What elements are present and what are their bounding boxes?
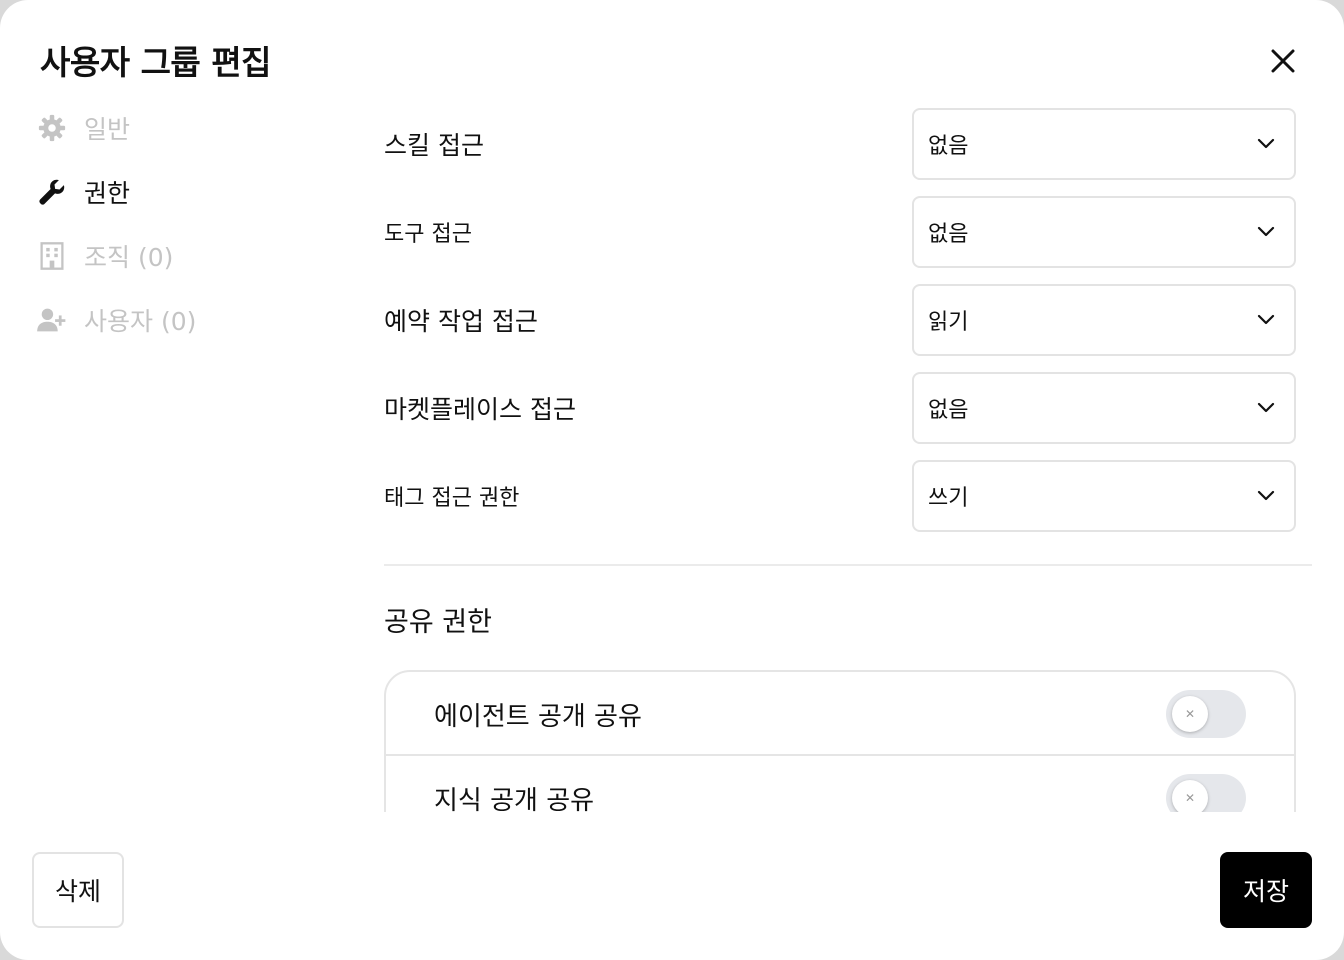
sidebar-item-label: 사용자 (0) [84, 307, 197, 336]
select-value: 없음 [928, 222, 969, 247]
permission-label: 스킬 접근 [384, 131, 484, 160]
edit-user-group-dialog: 사용자 그룹 편집 일반 권한 조직 (0) 사용자 (0) 스킬 접근 없음 … [0, 0, 1344, 960]
section-divider [384, 564, 1312, 566]
wrench-icon [36, 176, 68, 208]
chevron-down-icon [1257, 402, 1275, 413]
permission-label: 태그 접근 권한 [384, 486, 520, 511]
sharing-row: 지식 공개 공유 ✕ [386, 756, 1294, 812]
x-icon: ✕ [1184, 791, 1196, 805]
tool-access-select[interactable]: 없음 [912, 196, 1296, 268]
permission-row: 마켓플레이스 접근 없음 [384, 368, 1312, 456]
select-value: 쓰기 [928, 486, 969, 511]
sidebar-nav: 일반 권한 조직 (0) 사용자 (0) [36, 104, 336, 360]
scheduled-task-access-select[interactable]: 읽기 [912, 284, 1296, 356]
sidebar-item-users[interactable]: 사용자 (0) [36, 296, 336, 344]
permission-label: 도구 접근 [384, 222, 472, 247]
select-value: 없음 [928, 134, 969, 159]
sharing-label: 에이전트 공개 공유 [434, 702, 642, 732]
user-plus-icon [36, 304, 68, 336]
sharing-list: 에이전트 공개 공유 ✕ 지식 공개 공유 ✕ [384, 670, 1296, 812]
chevron-down-icon [1257, 490, 1275, 501]
sidebar-item-label: 조직 (0) [84, 243, 174, 272]
toggle-knob: ✕ [1172, 696, 1208, 732]
permission-row: 도구 접근 없음 [384, 192, 1312, 280]
select-value: 읽기 [928, 310, 969, 335]
agent-public-share-toggle[interactable]: ✕ [1166, 690, 1246, 738]
permission-label: 예약 작업 접근 [384, 307, 538, 336]
building-icon [36, 240, 68, 272]
sidebar-item-permissions[interactable]: 권한 [36, 168, 336, 216]
dialog-title: 사용자 그룹 편집 [40, 43, 272, 82]
toggle-knob: ✕ [1172, 780, 1208, 812]
sharing-section-title: 공유 권한 [384, 607, 492, 638]
permission-row: 예약 작업 접근 읽기 [384, 280, 1312, 368]
permission-label: 마켓플레이스 접근 [384, 395, 576, 424]
x-icon: ✕ [1184, 707, 1196, 721]
sidebar-item-label: 권한 [84, 179, 131, 208]
chevron-down-icon [1257, 314, 1275, 325]
marketplace-access-select[interactable]: 없음 [912, 372, 1296, 444]
permissions-panel: 스킬 접근 없음 도구 접근 없음 예약 작업 접근 읽기 마켓플레이스 접근 … [384, 104, 1312, 812]
close-button[interactable] [1262, 40, 1304, 82]
sharing-row: 에이전트 공개 공유 ✕ [386, 672, 1294, 756]
gear-icon [36, 112, 68, 144]
skill-access-select[interactable]: 없음 [912, 108, 1296, 180]
sidebar-item-organizations[interactable]: 조직 (0) [36, 232, 336, 280]
close-icon [1271, 49, 1295, 73]
permission-row: 태그 접근 권한 쓰기 [384, 456, 1312, 544]
chevron-down-icon [1257, 226, 1275, 237]
sidebar-item-general[interactable]: 일반 [36, 104, 336, 152]
sidebar-item-label: 일반 [84, 115, 131, 144]
delete-button[interactable]: 삭제 [32, 852, 124, 928]
sharing-label: 지식 공개 공유 [434, 786, 595, 812]
select-value: 없음 [928, 398, 969, 423]
knowledge-public-share-toggle[interactable]: ✕ [1166, 774, 1246, 812]
save-button[interactable]: 저장 [1220, 852, 1312, 928]
chevron-down-icon [1257, 138, 1275, 149]
permission-row: 스킬 접근 없음 [384, 104, 1312, 192]
tag-access-select[interactable]: 쓰기 [912, 460, 1296, 532]
